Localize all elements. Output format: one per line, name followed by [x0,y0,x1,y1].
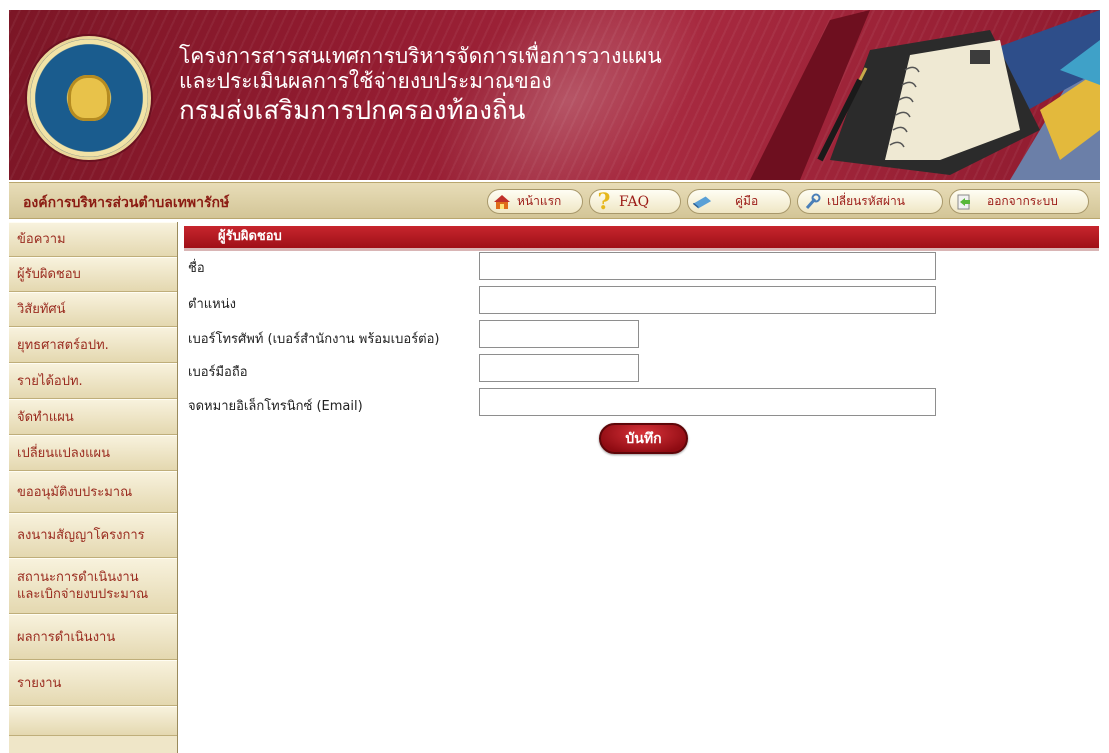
sidebar-item-report[interactable]: รายงาน [9,660,177,706]
sidebar-item-label: ขออนุมัติงบประมาณ [17,484,133,500]
name-field[interactable] [479,252,936,280]
sidebar-item-budget-approval[interactable]: ขออนุมัติงบประมาณ [9,471,177,513]
sidebar-item-sign-contract[interactable]: ลงนามสัญญาโครงการ [9,513,177,558]
name-label: ชื่อ [188,261,205,276]
manual-button-label: คู่มือ [735,194,759,208]
logout-icon [954,192,974,212]
sidebar-item-label: วิสัยทัศน์ [17,302,66,317]
sidebar-item-revenue[interactable]: รายได้อปท. [9,363,177,399]
sidebar-item-label: ผู้รับผิดชอบ [17,267,81,282]
change-password-button-label: เปลี่ยนรหัสผ่าน [827,194,905,208]
sidebar-item-label: เปลี่ยนแปลงแผน [17,445,110,461]
mobile-field[interactable] [479,354,639,382]
sidebar-item-label: จัดทำแผน [17,409,74,425]
save-button[interactable]: บันทึก [599,423,688,454]
wrench-icon [802,192,822,212]
manual-icon [692,192,712,212]
sidebar-item-label: ลงนามสัญญาโครงการ [17,528,145,543]
sidebar-item-label: ข้อความ [17,232,66,247]
section-title: ผู้รับผิดชอบ [184,226,1099,251]
manual-button[interactable]: คู่มือ [687,189,791,214]
office-phone-field[interactable] [479,320,639,348]
banner-title: โครงการสารสนเทศการบริหารจัดการเพื่อการวา… [179,44,662,128]
sidebar-item-message[interactable]: ข้อความ [9,222,177,257]
sidebar-item-results[interactable]: ผลการดำเนินงาน [9,614,177,660]
sidebar-item-responsible-person[interactable]: ผู้รับผิดชอบ [9,257,177,292]
sidebar-item-label: รายได้อปท. [17,373,83,389]
change-password-button[interactable]: เปลี่ยนรหัสผ่าน [797,189,943,214]
sidebar: ข้อความ ผู้รับผิดชอบ วิสัยทัศน์ ยุทธศาสต… [9,222,178,753]
question-icon: ? [597,188,611,215]
home-icon [492,192,512,212]
sidebar-item-change-plan[interactable]: เปลี่ยนแปลงแผน [9,435,177,471]
dla-seal-icon [27,36,151,160]
banner-title-line1: โครงการสารสนเทศการบริหารจัดการเพื่อการวา… [179,44,662,68]
sidebar-empty-item [9,706,177,736]
nav-bar: องค์การบริหารส่วนตำบลเทพารักษ์ หน้าแรก ?… [9,182,1100,219]
sidebar-item-label: รายงาน [17,675,62,691]
sidebar-item-label: ยุทธศาสตร์อปท. [17,337,109,353]
sidebar-item-operation-status[interactable]: สถานะการดำเนินงาน และเบิกจ่ายงบประมาณ [9,558,177,614]
home-button[interactable]: หน้าแรก [487,189,583,214]
mobile-label: เบอร์มือถือ [188,365,248,380]
home-button-label: หน้าแรก [517,194,562,208]
position-label: ตำแหน่ง [188,297,236,312]
sidebar-item-vision[interactable]: วิสัยทัศน์ [9,292,177,327]
sidebar-item-label: ผลการดำเนินงาน [17,629,116,645]
sidebar-item-strategy[interactable]: ยุทธศาสตร์อปท. [9,327,177,363]
office-phone-label: เบอร์โทรศัพท์ (เบอร์สำนักงาน พร้อมเบอร์ต… [188,332,440,347]
email-field[interactable] [479,388,936,416]
sidebar-item-make-plan[interactable]: จัดทำแผน [9,399,177,435]
logout-button[interactable]: ออกจากระบบ [949,189,1089,214]
planner-notebook-illustration [750,10,1100,180]
sidebar-item-label-line2: และเบิกจ่ายงบประมาณ [17,587,149,602]
faq-button[interactable]: ? FAQ [589,188,681,215]
position-field[interactable] [479,286,936,314]
banner-title-line3: กรมส่งเสริมการปกครองท้องถิ่น [179,96,526,126]
logout-button-label: ออกจากระบบ [987,194,1058,208]
organization-name: องค์การบริหารส่วนตำบลเทพารักษ์ [23,195,230,211]
banner-title-line2: และประเมินผลการใช้จ่ายงบประมาณของ [179,69,552,93]
faq-button-label: FAQ [619,193,650,210]
email-label: จดหมายอิเล็กโทรนิกซ์ (Email) [188,399,363,414]
header-banner: โครงการสารสนเทศการบริหารจัดการเพื่อการวา… [9,10,1100,180]
sidebar-item-label: สถานะการดำเนินงาน [17,570,139,585]
main-content: ผู้รับผิดชอบ ชื่อ ตำแหน่ง เบอร์โทรศัพท์ … [182,222,1100,753]
